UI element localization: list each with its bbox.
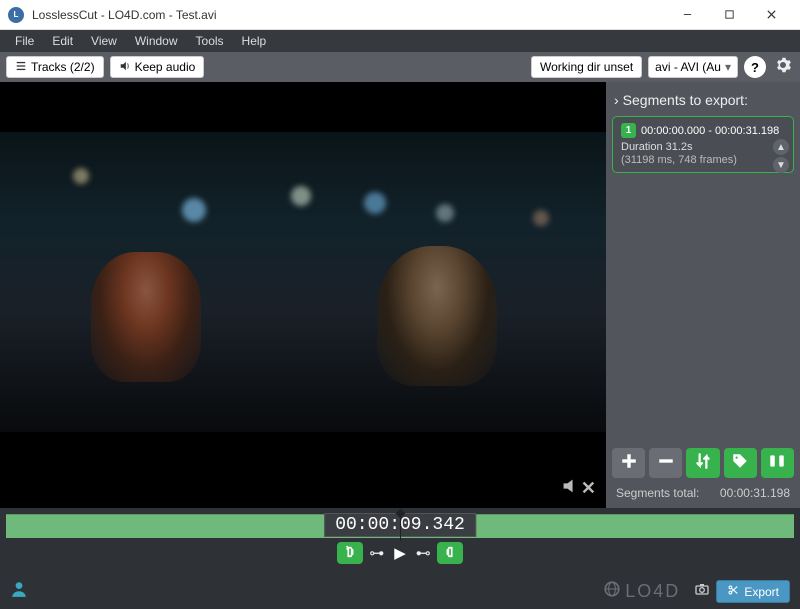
set-end-button[interactable] <box>437 542 463 564</box>
add-segment-button[interactable] <box>612 448 645 478</box>
remove-segment-button[interactable] <box>649 448 682 478</box>
mute-button[interactable]: ✕ <box>561 477 596 500</box>
segment-item[interactable]: 1 00:00:00.000 - 00:00:31.198 Duration 3… <box>612 116 794 173</box>
window-titlebar: L LosslessCut - LO4D.com - Test.avi <box>0 0 800 30</box>
set-start-button[interactable] <box>337 542 363 564</box>
camera-icon <box>694 584 710 601</box>
menubar: File Edit View Window Tools Help <box>0 30 800 52</box>
sort-icon <box>694 452 712 475</box>
working-dir-label: Working dir unset <box>540 60 633 74</box>
play-button[interactable]: ▶ <box>390 544 410 562</box>
maximize-button[interactable] <box>708 1 750 29</box>
minimize-button[interactable] <box>666 1 708 29</box>
tracks-button[interactable]: Tracks (2/2) <box>6 56 104 78</box>
video-frame <box>0 132 606 432</box>
bracket-right-icon <box>444 546 456 561</box>
segments-total: Segments total: 00:00:31.198 <box>612 478 794 502</box>
segment-move-up-button[interactable]: ▲ <box>773 139 789 155</box>
segment-tools <box>612 448 794 478</box>
main-area: ✕ › Segments to export: 1 00:00:00.000 -… <box>0 82 800 508</box>
export-button[interactable]: Export <box>716 580 790 603</box>
play-controls: ⊶ ▶ ⊷ <box>0 542 800 564</box>
bracket-left-icon <box>344 546 356 561</box>
segments-header[interactable]: › Segments to export: <box>612 88 794 116</box>
tag-icon <box>731 452 749 475</box>
segment-details: (31198 ms, 748 frames) <box>621 154 785 166</box>
segment-range: 00:00:00.000 - 00:00:31.198 <box>641 125 779 137</box>
format-label: avi - AVI (Au <box>655 60 721 74</box>
segment-move-down-button[interactable]: ▼ <box>773 157 789 173</box>
menu-window[interactable]: Window <box>126 32 187 50</box>
chevron-right-icon: › <box>614 92 619 108</box>
key-next-icon[interactable]: ⊷ <box>414 544 433 562</box>
bottom-bar: LO4D Export <box>0 574 800 609</box>
mute-x-icon: ✕ <box>581 478 596 499</box>
segment-index-badge: 1 <box>621 123 636 138</box>
volume-icon <box>119 60 131 75</box>
export-label: Export <box>744 585 779 599</box>
app-icon: L <box>8 7 24 23</box>
format-dropdown[interactable]: avi - AVI (Au ▾ <box>648 56 738 78</box>
minus-icon <box>657 452 675 475</box>
play-icon: ▶ <box>394 545 406 562</box>
chevron-down-icon: ▾ <box>725 60 731 74</box>
keep-audio-button[interactable]: Keep audio <box>110 56 205 78</box>
user-button[interactable] <box>10 580 28 603</box>
gear-icon <box>775 57 791 78</box>
toolbar: Tracks (2/2) Keep audio Working dir unse… <box>0 52 800 82</box>
list-icon <box>15 60 27 75</box>
plus-icon <box>620 452 638 475</box>
tag-segments-button[interactable] <box>724 448 757 478</box>
menu-edit[interactable]: Edit <box>43 32 82 50</box>
split-segments-button[interactable] <box>761 448 794 478</box>
window-title: LosslessCut - LO4D.com - Test.avi <box>32 8 666 22</box>
settings-button[interactable] <box>772 56 794 78</box>
timeline-area: 00:00:09.342 ⊶ ▶ ⊷ <box>0 514 800 574</box>
segments-panel: › Segments to export: 1 00:00:00.000 - 0… <box>606 82 800 508</box>
capture-frame-button[interactable] <box>694 581 710 602</box>
watermark-text: LO4D <box>625 581 680 602</box>
scissors-icon <box>727 584 739 599</box>
video-player[interactable]: ✕ <box>0 82 606 508</box>
timeline-track[interactable]: 00:00:09.342 <box>6 514 794 538</box>
help-label: ? <box>751 60 759 75</box>
arrow-up-icon: ▲ <box>776 142 786 153</box>
menu-file[interactable]: File <box>6 32 43 50</box>
key-prev-icon[interactable]: ⊶ <box>367 544 386 562</box>
segments-header-label: Segments to export: <box>623 92 748 108</box>
segments-total-label: Segments total: <box>616 486 699 500</box>
segments-total-value: 00:00:31.198 <box>720 486 790 500</box>
close-button[interactable] <box>750 1 792 29</box>
segment-duration: Duration 31.2s <box>621 141 785 153</box>
working-dir-button[interactable]: Working dir unset <box>531 56 642 78</box>
keep-audio-label: Keep audio <box>135 60 196 74</box>
tracks-label: Tracks (2/2) <box>31 60 95 74</box>
arrow-down-icon: ▼ <box>776 160 786 171</box>
speaker-icon <box>561 477 579 500</box>
globe-icon <box>603 580 621 603</box>
menu-tools[interactable]: Tools <box>187 32 233 50</box>
watermark: LO4D <box>603 580 680 603</box>
playhead[interactable] <box>400 511 401 541</box>
split-icon <box>768 452 786 475</box>
person-icon <box>10 582 28 602</box>
menu-help[interactable]: Help <box>233 32 276 50</box>
menu-view[interactable]: View <box>82 32 126 50</box>
sort-segments-button[interactable] <box>686 448 719 478</box>
help-button[interactable]: ? <box>744 56 766 78</box>
